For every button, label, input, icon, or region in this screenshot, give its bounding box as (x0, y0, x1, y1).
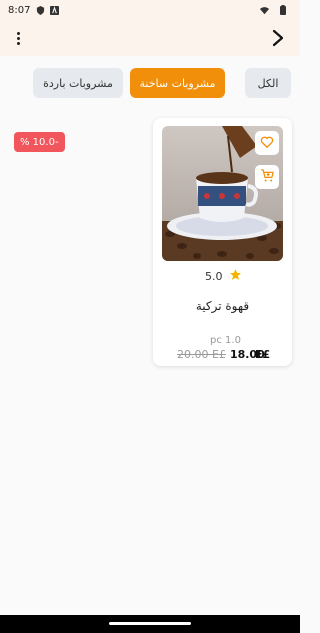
system-nav-bar (0, 615, 300, 633)
tab-all[interactable]: الكل (245, 68, 291, 98)
heart-icon (260, 134, 274, 153)
tab-hot-drinks[interactable]: مشروبات ساخنة (130, 68, 225, 98)
status-bar: 8:07 (0, 0, 300, 20)
rating: 5.0 (205, 268, 242, 284)
status-time: 8:07 (8, 4, 31, 16)
wifi-icon (260, 6, 269, 15)
cart-icon (260, 168, 275, 187)
app-bar (0, 20, 300, 56)
category-tabs: الكل مشروبات ساخنة مشروبات باردة (0, 68, 300, 100)
more-vert-icon[interactable] (8, 28, 28, 48)
shield-icon (36, 5, 45, 15)
add-to-cart-button[interactable] (255, 165, 279, 189)
price-row: 20.00 E£ 18.00 (177, 348, 265, 361)
product-card[interactable] (153, 118, 292, 366)
currency-label: E£ (255, 348, 271, 361)
rating-value: 5.0 (205, 269, 223, 283)
battery-icon (278, 5, 287, 15)
discount-badge: % 10.0- (14, 132, 65, 152)
chevron-right-icon[interactable] (268, 28, 288, 48)
a-badge-icon (50, 5, 60, 15)
product-name: قهوة تركية (195, 299, 250, 313)
old-price: 20.00 E£ (177, 348, 226, 361)
product-unit: pc 1.0 (210, 335, 241, 346)
home-gesture-pill[interactable] (109, 622, 191, 625)
favorite-button[interactable] (255, 131, 279, 155)
star-icon (229, 268, 242, 284)
tab-cold-drinks[interactable]: مشروبات باردة (33, 68, 123, 98)
